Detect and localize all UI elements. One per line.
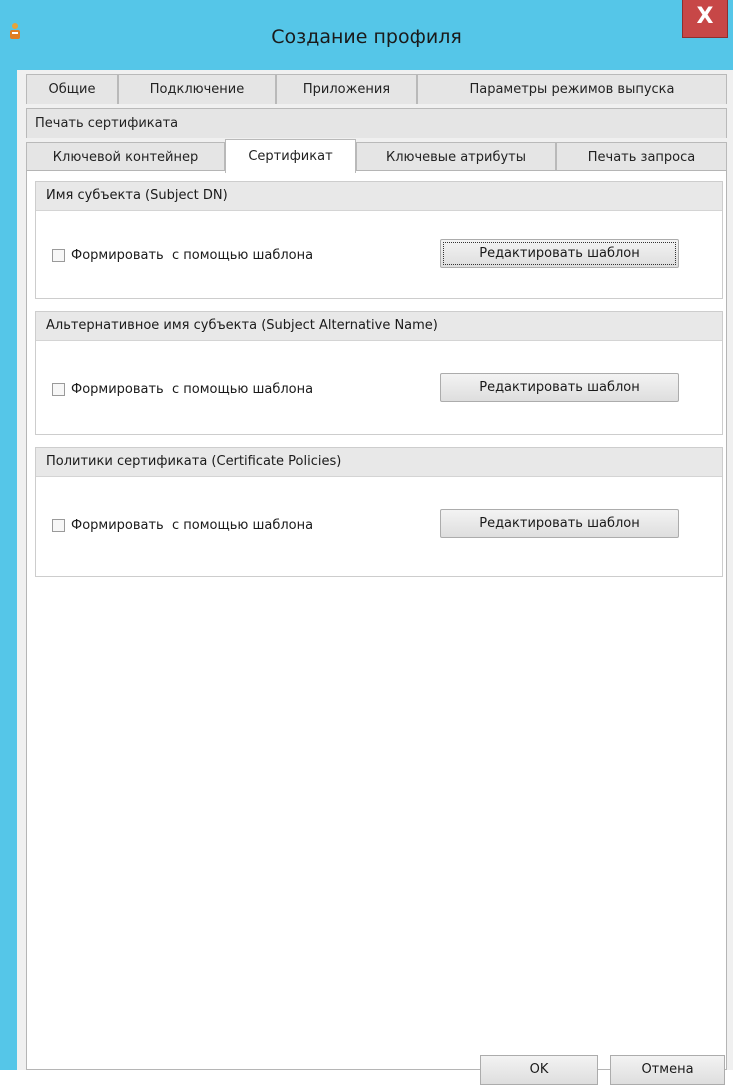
tab-connection[interactable]: Подключение xyxy=(118,74,276,104)
edit-template-button[interactable]: Редактировать шаблон xyxy=(440,509,679,538)
dialog-client-area: Общие Подключение Приложения Параметры р… xyxy=(17,70,733,1085)
subject-dn-group: Имя субъекта (Subject DN) Формировать с … xyxy=(35,181,723,299)
title-bar[interactable]: Создание профиля X xyxy=(0,0,733,70)
checkbox[interactable] xyxy=(52,519,65,532)
tab-row-2: Печать сертификата xyxy=(26,108,727,138)
tab-print-certificate[interactable]: Печать сертификата xyxy=(26,108,727,138)
group-header: Альтернативное имя субъекта (Subject Alt… xyxy=(36,312,722,341)
template-checkbox-row[interactable]: Формировать с помощью шаблона xyxy=(52,248,313,263)
template-checkbox-row[interactable]: Формировать с помощью шаблона xyxy=(52,518,313,533)
dialog-window: Создание профиля X Общие Подключение При… xyxy=(0,0,733,1085)
group-header: Имя субъекта (Subject DN) xyxy=(36,182,722,211)
template-checkbox-row[interactable]: Формировать с помощью шаблона xyxy=(52,382,313,397)
tab-key-attributes[interactable]: Ключевые атрибуты xyxy=(356,142,556,172)
checkbox-label: Формировать с помощью шаблона xyxy=(71,248,314,263)
tab-general[interactable]: Общие xyxy=(26,74,118,104)
checkbox-label: Формировать с помощью шаблона xyxy=(71,382,314,397)
close-button[interactable]: X xyxy=(682,0,728,38)
tab-applications[interactable]: Приложения xyxy=(276,74,417,104)
tab-issue-mode-parameters[interactable]: Параметры режимов выпуска xyxy=(417,74,727,104)
checkbox[interactable] xyxy=(52,249,65,262)
tab-print-request[interactable]: Печать запроса xyxy=(556,142,727,172)
subject-alt-name-group: Альтернативное имя субъекта (Subject Alt… xyxy=(35,311,723,435)
window-title: Создание профиля xyxy=(271,26,462,48)
cancel-button[interactable]: Отмена xyxy=(610,1055,725,1085)
certificate-tab-panel: Имя субъекта (Subject DN) Формировать с … xyxy=(26,170,727,1070)
tab-row-3: Ключевой контейнер Сертификат Ключевые а… xyxy=(26,139,727,173)
ok-button[interactable]: OK xyxy=(480,1055,598,1085)
certificate-policies-group: Политики сертификата (Certificate Polici… xyxy=(35,447,723,577)
tab-row-1: Общие Подключение Приложения Параметры р… xyxy=(26,74,727,104)
checkbox[interactable] xyxy=(52,383,65,396)
group-header: Политики сертификата (Certificate Polici… xyxy=(36,448,722,477)
checkbox-label: Формировать с помощью шаблона xyxy=(71,518,314,533)
tab-key-container[interactable]: Ключевой контейнер xyxy=(26,142,225,172)
tab-certificate[interactable]: Сертификат xyxy=(225,139,356,173)
edit-template-button[interactable]: Редактировать шаблон xyxy=(440,239,679,268)
edit-template-button[interactable]: Редактировать шаблон xyxy=(440,373,679,402)
